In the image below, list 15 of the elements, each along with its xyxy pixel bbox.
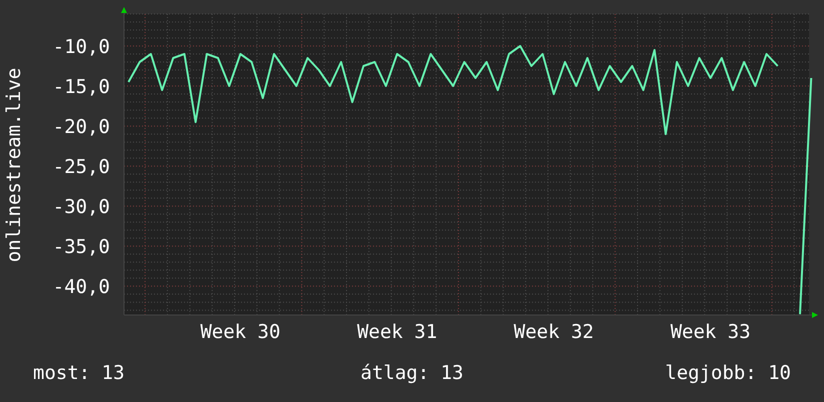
y-tick-label: -35,0 (52, 236, 110, 258)
y-tick-label: -15,0 (52, 76, 110, 98)
legend-value: most: 13 (33, 361, 125, 386)
x-tick-label: Week 31 (357, 321, 438, 343)
y-axis-title: onlinestream.live (3, 68, 25, 262)
y-tick-label: -10,0 (52, 36, 110, 58)
x-tick-label: Week 32 (514, 321, 594, 343)
y-tick-label: -20,0 (52, 116, 110, 138)
y-tick-label: -30,0 (52, 196, 110, 218)
x-tick-label: Week 30 (200, 321, 280, 343)
y-tick-label: -40,0 (52, 276, 110, 298)
legend-value: átlag: 13 (360, 361, 464, 386)
x-tick-label: Week 33 (670, 321, 751, 343)
legend-value: legjobb: 10 (665, 361, 791, 386)
y-tick-label: -25,0 (52, 156, 110, 178)
